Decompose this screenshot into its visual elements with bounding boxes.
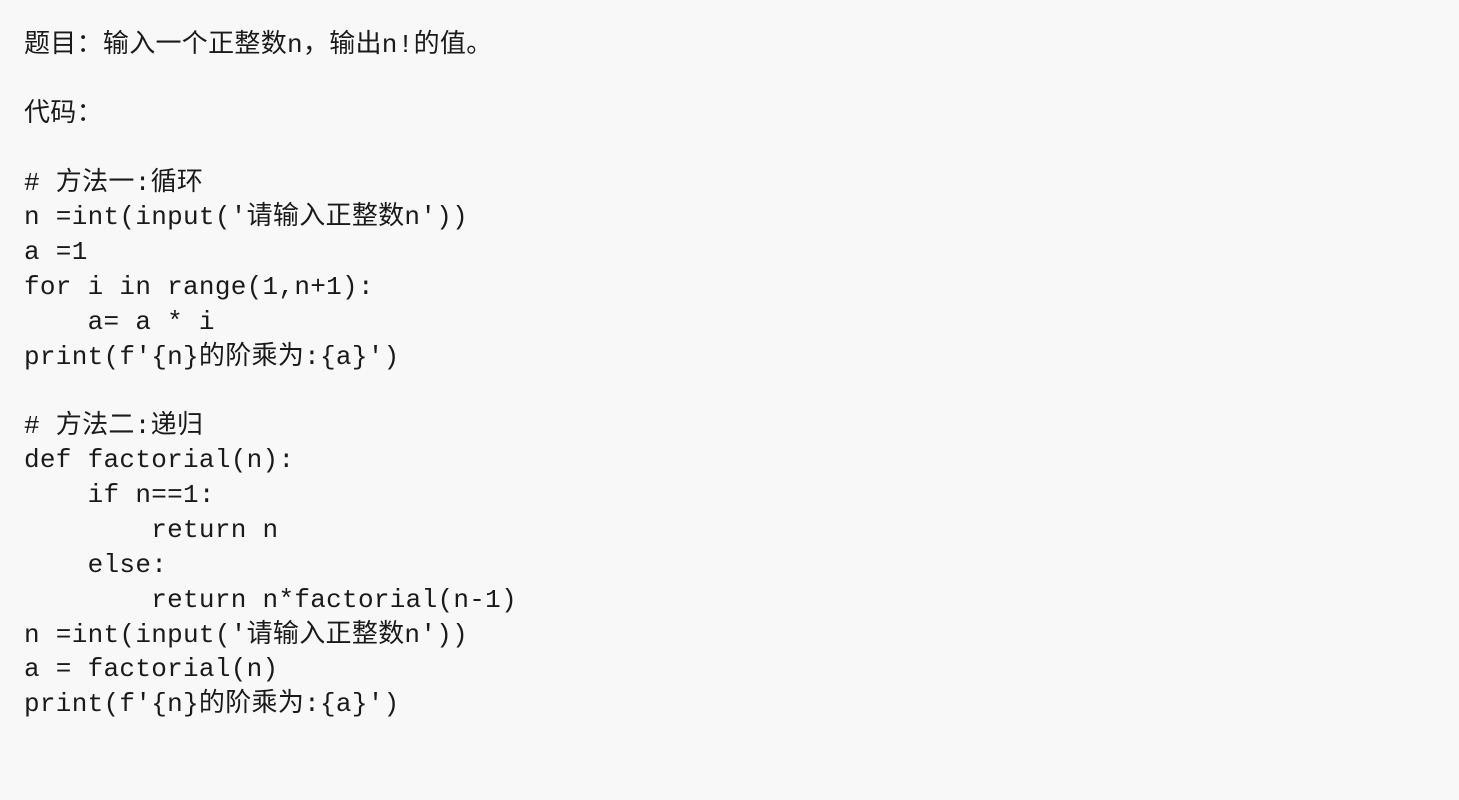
document-page: 题目：输入一个正整数n，输出n!的值。 代码： # 方法一:循环 n =int(… bbox=[0, 0, 1459, 750]
code-line: a =1 bbox=[24, 235, 1435, 270]
code-line: n =int(input('请输入正整数n')) bbox=[24, 618, 1435, 653]
method2-comment: # 方法二:递归 bbox=[24, 409, 1435, 444]
code-label: 代码： bbox=[24, 97, 1435, 132]
code-line: for i in range(1,n+1): bbox=[24, 270, 1435, 305]
code-line: a= a * i bbox=[24, 305, 1435, 340]
method1-comment: # 方法一:循环 bbox=[24, 166, 1435, 201]
code-line: if n==1: bbox=[24, 478, 1435, 513]
code-line: n =int(input('请输入正整数n')) bbox=[24, 200, 1435, 235]
code-line: print(f'{n}的阶乘为:{a}') bbox=[24, 687, 1435, 722]
problem-title: 题目：输入一个正整数n，输出n!的值。 bbox=[24, 28, 1435, 63]
code-line: else: bbox=[24, 548, 1435, 583]
blank-line bbox=[24, 375, 1435, 409]
code-line: a = factorial(n) bbox=[24, 652, 1435, 687]
code-line: return n bbox=[24, 513, 1435, 548]
code-line: def factorial(n): bbox=[24, 443, 1435, 478]
code-line: print(f'{n}的阶乘为:{a}') bbox=[24, 340, 1435, 375]
code-line: return n*factorial(n-1) bbox=[24, 583, 1435, 618]
